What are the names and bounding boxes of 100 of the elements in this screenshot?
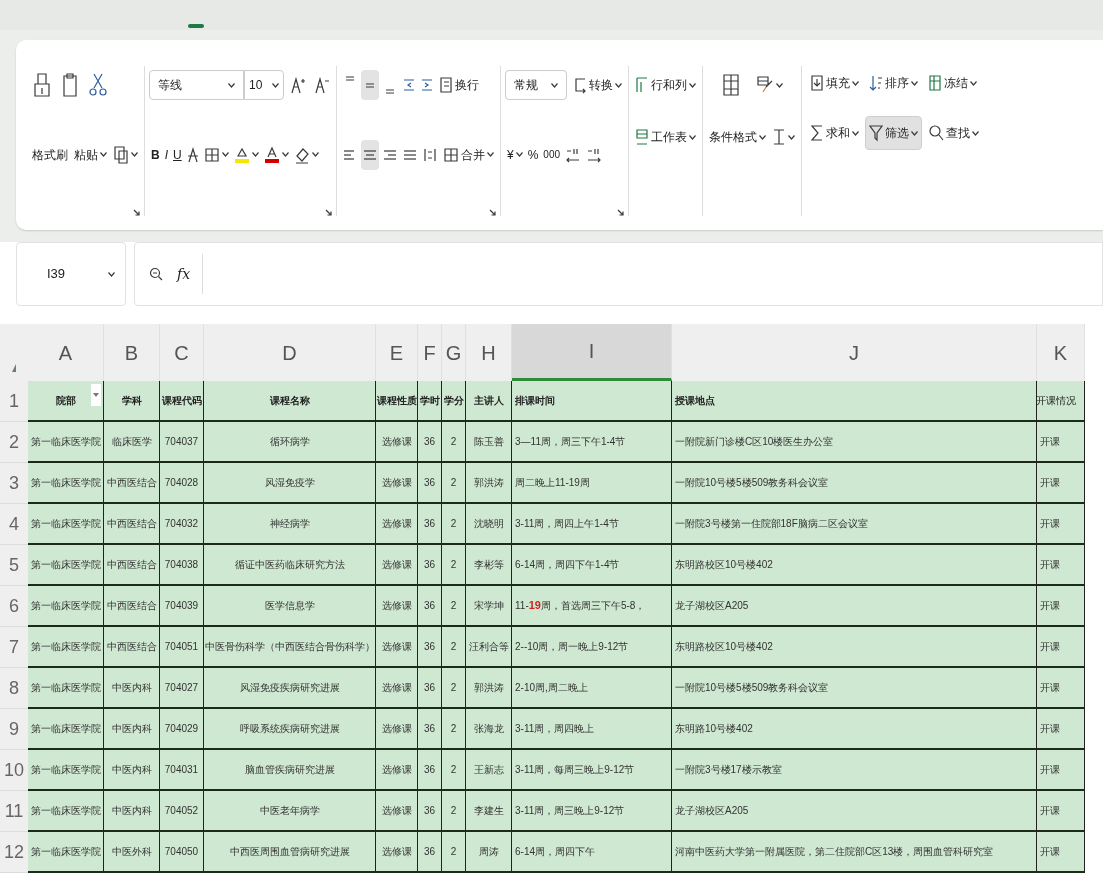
- table-cell: 第一临床医学院: [28, 627, 104, 668]
- column-header[interactable]: G: [442, 324, 466, 381]
- column-header[interactable]: D: [204, 324, 376, 381]
- table-cell: 36: [418, 832, 442, 873]
- table-cell: 选修课: [376, 750, 418, 791]
- horizontal-align-button[interactable]: [361, 139, 379, 170]
- table-cell: 郭洪涛: [466, 668, 512, 709]
- percent-button[interactable]: %: [525, 139, 541, 170]
- column-title: 学分: [443, 394, 464, 408]
- worksheet-button[interactable]: 工作表: [633, 122, 698, 152]
- paste-button[interactable]: 粘贴: [72, 139, 109, 170]
- formula-field[interactable]: fx: [134, 242, 1103, 306]
- table-cell: 郭洪涛: [466, 463, 512, 504]
- row-number[interactable]: 6: [0, 586, 28, 627]
- table-cell: 2: [442, 586, 466, 627]
- table-cell: 张海龙: [466, 709, 512, 750]
- table-cell: 3-11周，每周三晚上9-12节: [512, 750, 672, 791]
- table-cell: 2: [442, 668, 466, 709]
- number-format-dropdown[interactable]: 常规: [505, 70, 567, 100]
- table-cell: 第一临床医学院: [28, 709, 104, 750]
- magnifier-icon: [149, 267, 163, 281]
- caret-icon: [970, 80, 977, 86]
- table-cell: 704039: [160, 586, 204, 627]
- column-header[interactable]: K: [1037, 324, 1085, 381]
- caret-icon: [272, 82, 279, 88]
- row-number[interactable]: 12: [0, 832, 28, 873]
- sum-button[interactable]: 求和: [806, 116, 863, 150]
- font-size-dropdown[interactable]: 10: [244, 70, 284, 100]
- row-number[interactable]: 2: [0, 422, 28, 463]
- table-cell: 东明路校区10号楼402: [672, 545, 1037, 586]
- wrap-icon: [439, 76, 453, 94]
- table-cell: 第一临床医学院: [28, 422, 104, 463]
- merge-button[interactable]: 合并: [441, 139, 496, 170]
- table-cell: 第一临床医学院: [28, 791, 104, 832]
- table-cell: 选修课: [376, 668, 418, 709]
- table-cell: 2-10周,周二晚上: [512, 668, 672, 709]
- column-header[interactable]: A: [28, 324, 104, 381]
- filter-button[interactable]: 筛选: [865, 116, 922, 150]
- clipboard-icon: [60, 72, 80, 98]
- thousands-button[interactable]: 000: [541, 139, 563, 170]
- convert-icon: [573, 76, 587, 94]
- table-cell: 704052: [160, 791, 204, 832]
- table-cell: 河南中医药大学第一附属医院，第二住院部C区13楼，周围血管科研究室: [672, 832, 1037, 873]
- table-cell: 一附院10号楼5楼509教务科会议室: [672, 668, 1037, 709]
- conditional-format-button[interactable]: 条件格式: [707, 122, 768, 152]
- cell-reference: I39: [47, 265, 66, 284]
- sort-button[interactable]: 排序: [865, 66, 922, 100]
- table-cell: 704038: [160, 545, 204, 586]
- column-header[interactable]: C: [160, 324, 204, 381]
- column-header[interactable]: I: [512, 324, 672, 381]
- font-name-dropdown[interactable]: 等线: [149, 70, 244, 100]
- text-style-button[interactable]: I: [162, 139, 170, 170]
- row-number[interactable]: 11: [0, 791, 28, 832]
- find-button[interactable]: 查找: [924, 116, 983, 150]
- table-cell: 脑血管疾病研究进展: [204, 750, 376, 791]
- align-icon: [383, 149, 397, 160]
- table-cell: 36: [418, 504, 442, 545]
- column-header[interactable]: E: [376, 324, 418, 381]
- column-title: 主讲人: [473, 394, 504, 408]
- table-cell: 2: [442, 832, 466, 873]
- table-cell: 中医内科: [104, 709, 160, 750]
- insert-function-button[interactable]: fx: [173, 263, 195, 285]
- caret-icon: [689, 134, 696, 140]
- row-number[interactable]: 3: [0, 463, 28, 504]
- row-height-icon: [772, 128, 786, 146]
- row-number[interactable]: 9: [0, 709, 28, 750]
- vertical-align-button[interactable]: [361, 70, 379, 100]
- row-number[interactable]: 5: [0, 545, 28, 586]
- table-cell: 宋学坤: [466, 586, 512, 627]
- wrap-text-button[interactable]: 换行: [437, 70, 481, 100]
- table-cell: 一附院新门诊楼C区10楼医生办公室: [672, 422, 1037, 463]
- row-number[interactable]: 4: [0, 504, 28, 545]
- table-cell: 中医内科: [104, 750, 160, 791]
- row-number[interactable]: 10: [0, 750, 28, 791]
- number-format: 常规: [514, 77, 538, 94]
- format-painter-button[interactable]: 格式刷: [30, 139, 70, 170]
- text-style-button[interactable]: B: [149, 139, 162, 170]
- table-cell: 选修课: [376, 709, 418, 750]
- rows-columns-button[interactable]: 行和列: [633, 70, 698, 100]
- fill-button[interactable]: 填充: [806, 66, 863, 100]
- currency-button[interactable]: ¥: [505, 139, 525, 170]
- column-header[interactable]: J: [672, 324, 1037, 381]
- name-box[interactable]: I39: [16, 242, 126, 306]
- freeze-button[interactable]: 冻结: [924, 66, 981, 100]
- row-number[interactable]: 8: [0, 668, 28, 709]
- column-title: 学科: [121, 394, 142, 408]
- caret-icon: [311, 152, 319, 157]
- column-header[interactable]: B: [104, 324, 160, 381]
- table-cell: 36: [418, 627, 442, 668]
- rows-columns-icon: [635, 76, 649, 94]
- column-header[interactable]: F: [418, 324, 442, 381]
- row-number[interactable]: 7: [0, 627, 28, 668]
- table-cell: 风湿免疫疾病研究进展: [204, 668, 376, 709]
- convert-button[interactable]: 转换: [571, 70, 624, 100]
- worksheet-icon: [635, 128, 649, 146]
- filter-dropdown[interactable]: [91, 384, 101, 406]
- table-cell: 东明路校区10号楼402: [672, 627, 1037, 668]
- text-style-button[interactable]: U: [171, 139, 184, 170]
- column-header[interactable]: H: [466, 324, 512, 381]
- row-number[interactable]: 1: [0, 381, 28, 422]
